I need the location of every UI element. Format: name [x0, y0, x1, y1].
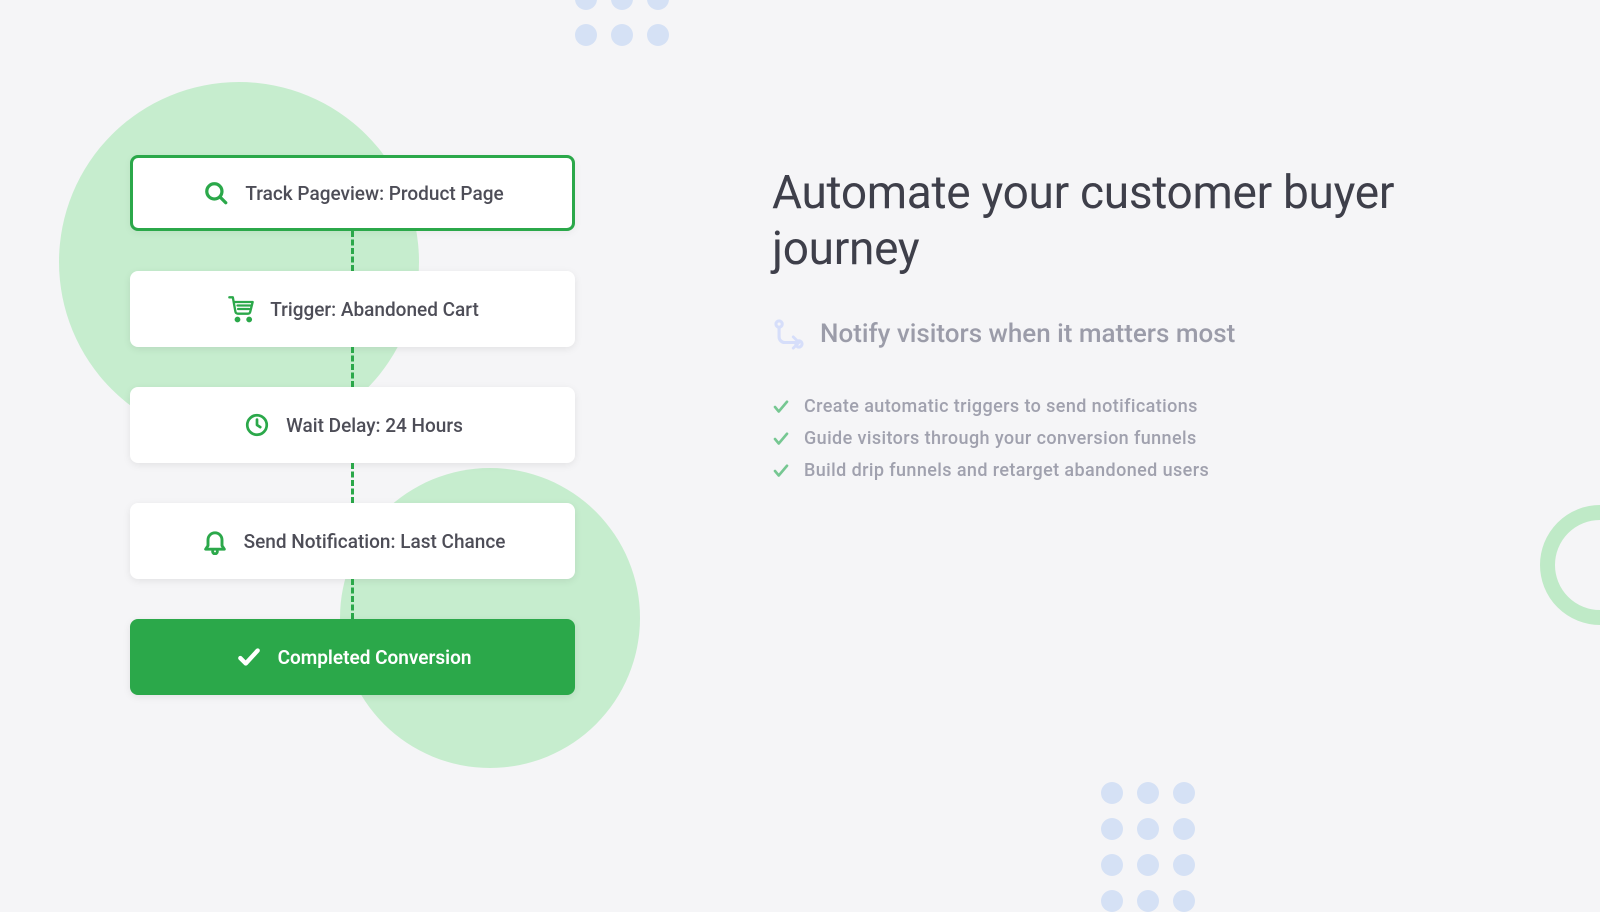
- step-label: Wait Delay: 24 Hours: [286, 414, 463, 437]
- step-trigger[interactable]: Trigger: Abandoned Cart: [130, 271, 575, 347]
- feature-item: Guide visitors through your conversion f…: [772, 428, 1480, 449]
- connector: [351, 463, 354, 503]
- step-track-pageview[interactable]: Track Pageview: Product Page: [130, 155, 575, 231]
- feature-list: Create automatic triggers to send notifi…: [772, 396, 1480, 481]
- connector: [351, 579, 354, 619]
- step-label: Track Pageview: Product Page: [245, 182, 503, 205]
- step-label: Completed Conversion: [278, 646, 472, 669]
- bell-icon: [200, 526, 230, 556]
- journey-flow: Track Pageview: Product Page Trigger: Ab…: [130, 155, 575, 695]
- subtitle: Notify visitors when it matters most: [820, 319, 1235, 349]
- feature-text: Build drip funnels and retarget abandone…: [804, 460, 1209, 481]
- check-icon: [234, 642, 264, 672]
- clock-icon: [242, 410, 272, 440]
- check-icon: [772, 462, 790, 480]
- connector: [351, 347, 354, 387]
- flow-panel: Track Pageview: Product Page Trigger: Ab…: [0, 0, 760, 900]
- check-icon: [772, 398, 790, 416]
- step-wait[interactable]: Wait Delay: 24 Hours: [130, 387, 575, 463]
- connector: [351, 231, 354, 271]
- check-icon: [772, 430, 790, 448]
- feature-text: Guide visitors through your conversion f…: [804, 428, 1197, 449]
- content-panel: Automate your customer buyer journey Not…: [760, 0, 1600, 900]
- subtitle-row: Notify visitors when it matters most: [772, 317, 1480, 351]
- route-icon: [772, 317, 806, 351]
- feature-text: Create automatic triggers to send notifi…: [804, 396, 1198, 417]
- headline: Automate your customer buyer journey: [772, 165, 1480, 277]
- step-label: Trigger: Abandoned Cart: [270, 298, 479, 321]
- feature-item: Create automatic triggers to send notifi…: [772, 396, 1480, 417]
- step-notification[interactable]: Send Notification: Last Chance: [130, 503, 575, 579]
- page-container: Track Pageview: Product Page Trigger: Ab…: [0, 0, 1600, 900]
- step-completed[interactable]: Completed Conversion: [130, 619, 575, 695]
- step-label: Send Notification: Last Chance: [244, 530, 506, 553]
- cart-icon: [226, 294, 256, 324]
- feature-item: Build drip funnels and retarget abandone…: [772, 460, 1480, 481]
- search-icon: [201, 178, 231, 208]
